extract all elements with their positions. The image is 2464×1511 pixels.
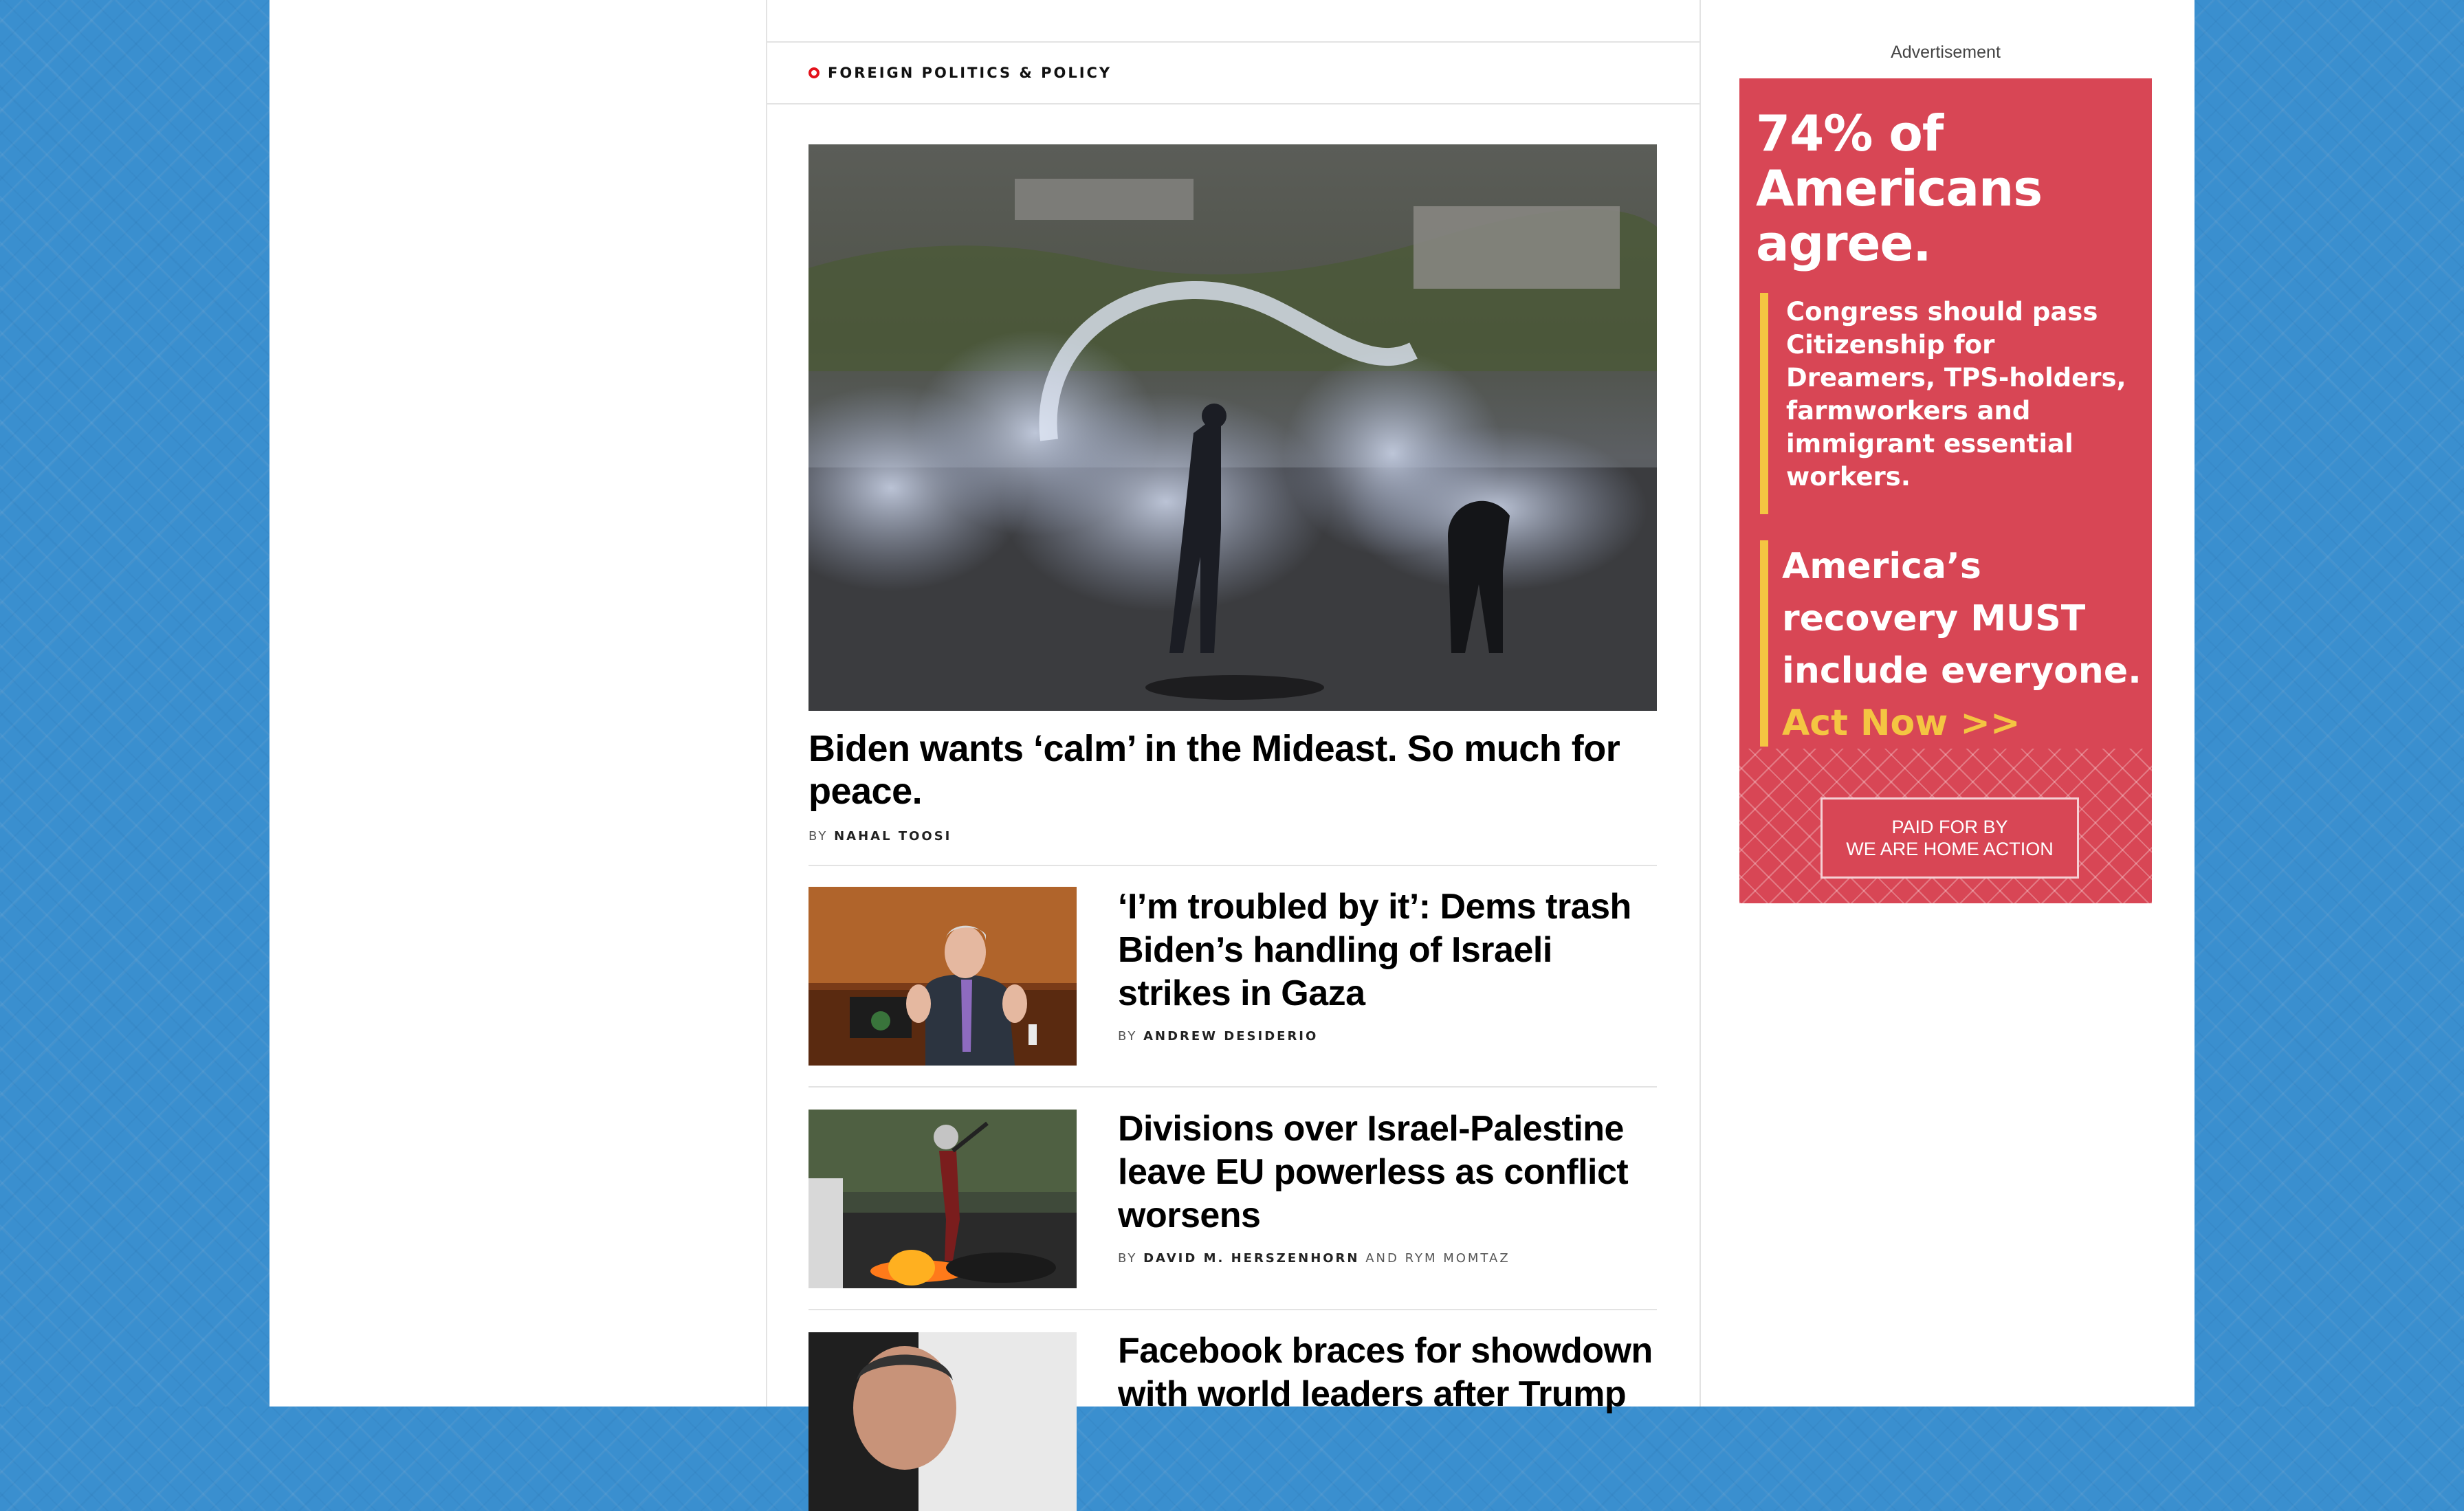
- divider: [808, 865, 1657, 866]
- ad-paid-line: PAID FOR BY: [1891, 817, 2008, 837]
- story-byline: BY DAVID M. HERSZENHORN AND RYM MOMTAZ: [1118, 1251, 1661, 1266]
- story-thumbnail[interactable]: [808, 887, 1077, 1066]
- story-thumbnail[interactable]: [808, 1110, 1077, 1288]
- coauthor-link[interactable]: RYM MOMTAZ: [1405, 1251, 1510, 1266]
- section-title-link[interactable]: FOREIGN POLITICS & POLICY: [828, 65, 1112, 81]
- page-container: FOREIGN POLITICS & POLICY Biden wants ‘c…: [270, 0, 2194, 1511]
- ad-message: Congress should pass Citizenship for Dre…: [1760, 293, 2131, 514]
- ad-act-now-link[interactable]: Act Now >>: [1782, 697, 2145, 749]
- top-band: [767, 0, 1700, 43]
- photo-protester-fire-icon: [808, 1110, 1077, 1288]
- author-link[interactable]: ANDREW DESIDERIO: [1143, 1029, 1318, 1044]
- advertisement[interactable]: 74% of Americans agree. Congress should …: [1739, 78, 2152, 903]
- divider: [808, 1309, 1657, 1310]
- photo-senator-speaking-icon: [808, 887, 1077, 1066]
- section-header: FOREIGN POLITICS & POLICY: [767, 43, 1700, 104]
- byline-prefix: BY: [1118, 1029, 1138, 1044]
- story-text: Divisions over Israel-Palestine leave EU…: [1118, 1107, 1661, 1266]
- divider: [808, 1086, 1657, 1088]
- author-link[interactable]: NAHAL TOOSI: [834, 829, 952, 843]
- byline-prefix: BY: [1118, 1251, 1138, 1266]
- story-headline[interactable]: ‘I’m troubled by it’: Dems trash Biden’s…: [1118, 885, 1661, 1015]
- story-text: Facebook braces for showdown with world …: [1118, 1330, 1661, 1416]
- main-column: FOREIGN POLITICS & POLICY Biden wants ‘c…: [766, 0, 1701, 1511]
- section-dot-icon: [808, 67, 820, 78]
- story-byline: BY ANDREW DESIDERIO: [1118, 1029, 1661, 1044]
- lead-story-image[interactable]: [808, 144, 1657, 711]
- story-headline[interactable]: Divisions over Israel-Palestine leave EU…: [1118, 1107, 1661, 1237]
- ad-headline: 74% of Americans agree.: [1756, 106, 2141, 271]
- ad-recovery-message: America’s recovery MUST include everyone…: [1760, 540, 2145, 747]
- ad-paid-line: WE ARE HOME ACTION: [1846, 839, 2054, 859]
- byline-prefix: BY: [808, 829, 828, 843]
- ad-label: Advertisement: [1891, 43, 2001, 62]
- story-text: ‘I’m troubled by it’: Dems trash Biden’s…: [1118, 885, 1661, 1044]
- byline-and: AND: [1365, 1251, 1399, 1266]
- ad-headline-line: 74% of: [1756, 104, 1944, 162]
- ad-recovery-text: America’s recovery MUST include everyone…: [1782, 546, 2142, 692]
- ad-headline-line: agree.: [1756, 214, 1932, 272]
- photo-portrait-icon: [808, 1332, 1077, 1511]
- ad-headline-line: Americans: [1756, 159, 2043, 217]
- photo-tear-gas-protest-icon: [808, 144, 1657, 711]
- story-headline[interactable]: Facebook braces for showdown with world …: [1118, 1330, 1661, 1416]
- story-thumbnail[interactable]: [808, 1332, 1077, 1511]
- lead-story-headline[interactable]: Biden wants ‘calm’ in the Mideast. So mu…: [808, 727, 1657, 813]
- author-link[interactable]: DAVID M. HERSZENHORN: [1143, 1251, 1359, 1266]
- ad-paid-for-box: PAID FOR BY WE ARE HOME ACTION: [1820, 797, 2079, 879]
- lead-story-byline: BY NAHAL TOOSI: [808, 829, 952, 843]
